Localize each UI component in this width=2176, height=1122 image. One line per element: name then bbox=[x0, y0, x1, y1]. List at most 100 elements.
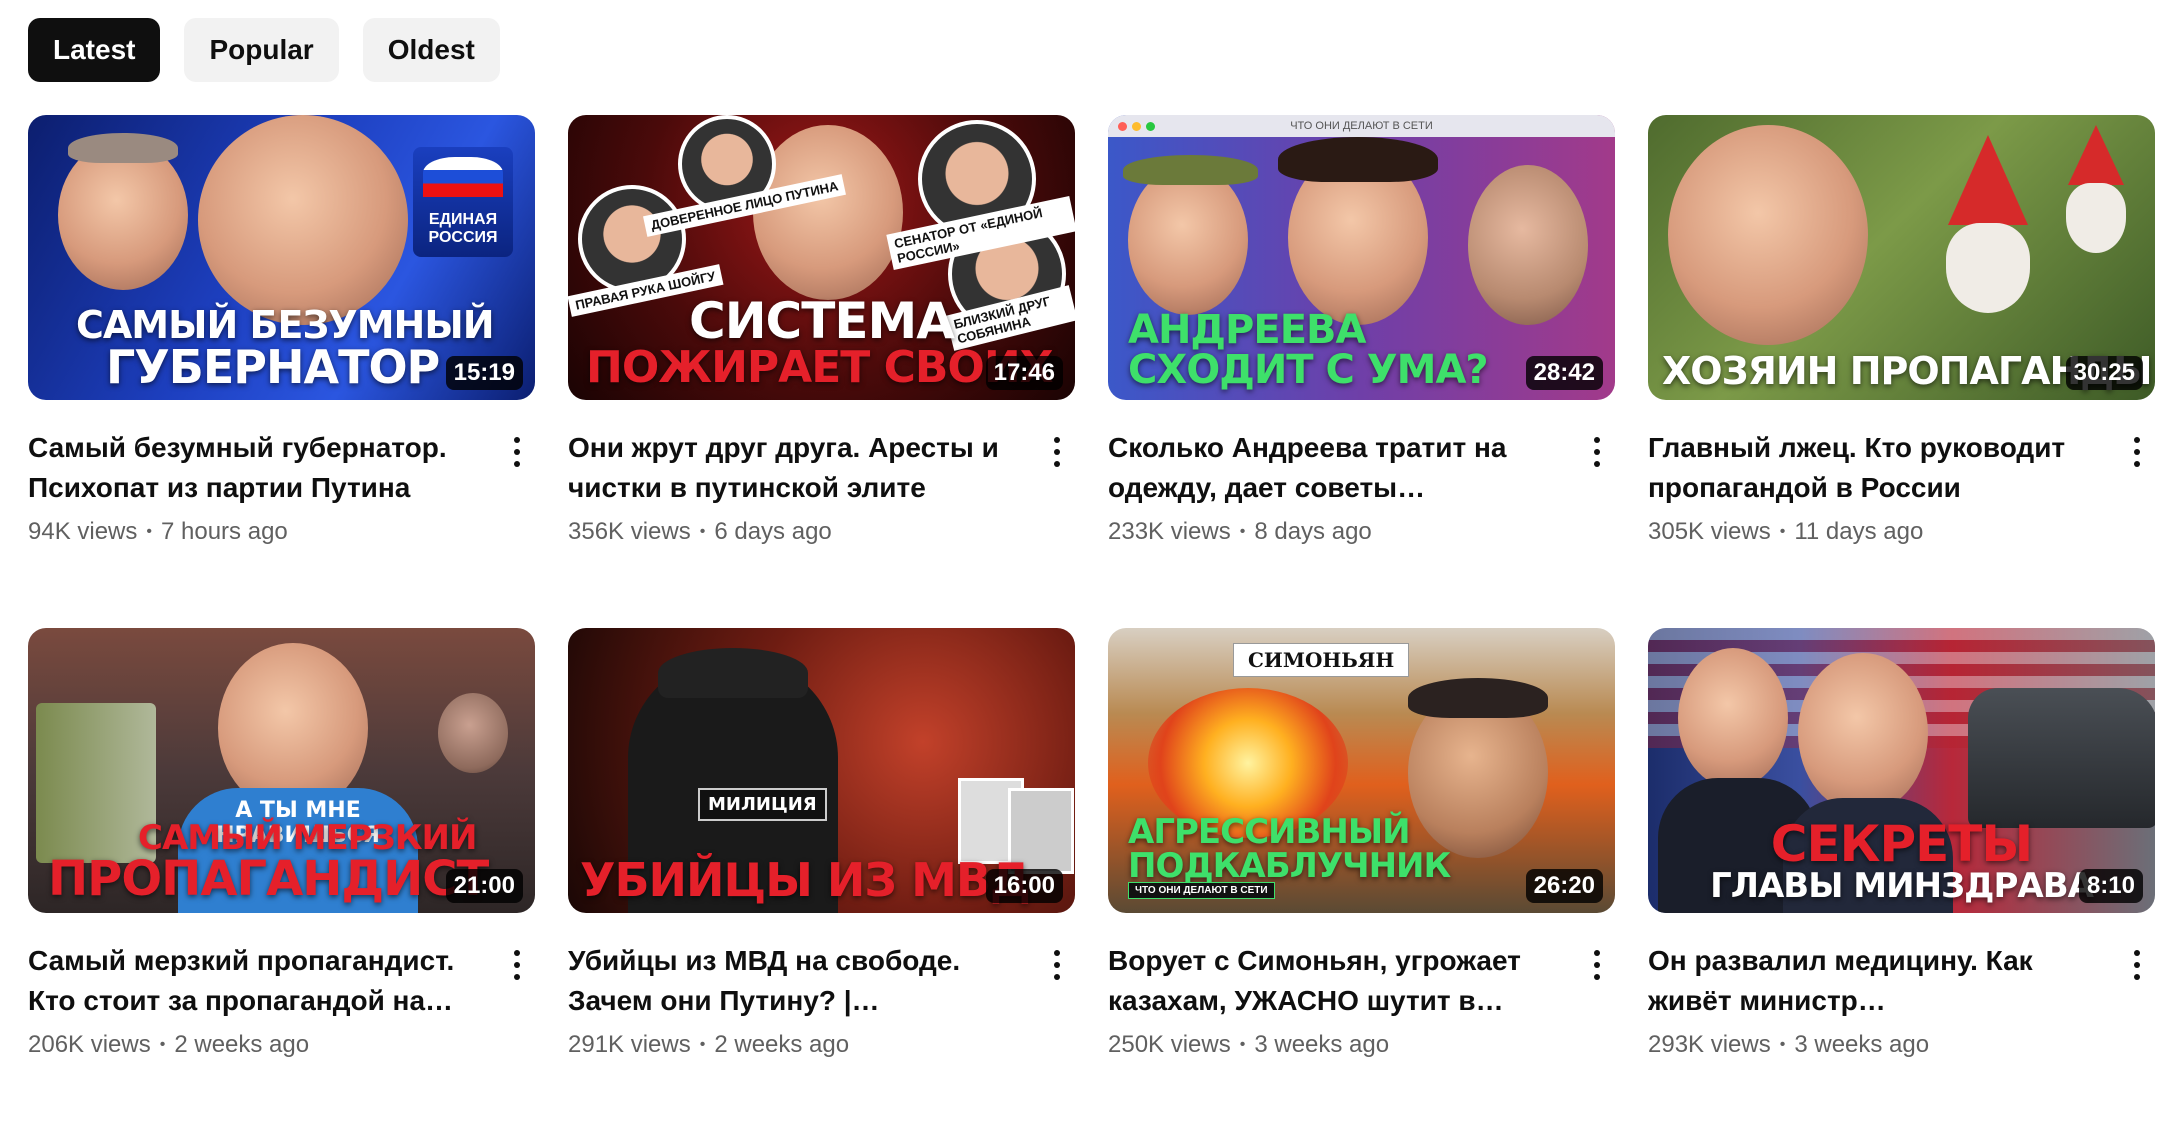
thumb-headline-line1: АГРЕССИВНЫЙ bbox=[1128, 812, 1411, 852]
video-meta: Самый мерзкий пропагандист. Кто стоит за… bbox=[28, 941, 488, 1059]
thumb-face bbox=[1668, 125, 1868, 345]
video-info: Ворует с Симоньян, угрожает казахам, УЖА… bbox=[1108, 941, 1615, 1059]
video-meta: Сколько Андреева тратит на одежду, дает … bbox=[1108, 428, 1568, 546]
duration-badge: 30:25 bbox=[2065, 356, 2143, 390]
video-card: СЕКРЕТЫ ГЛАВЫ МИНЗДРАВА 8:10 Он развалил… bbox=[1648, 628, 2155, 1059]
gnome-beard bbox=[2066, 183, 2126, 253]
upload-age: 2 weeks ago bbox=[714, 1031, 850, 1058]
upload-age: 2 weeks ago bbox=[174, 1031, 310, 1058]
more-vert-icon[interactable] bbox=[505, 432, 529, 472]
video-meta: Самый безумный губернатор. Психопат из п… bbox=[28, 428, 488, 546]
separator-dot: • bbox=[1779, 523, 1786, 540]
more-vert-icon[interactable] bbox=[505, 945, 529, 985]
duration-badge: 28:42 bbox=[1525, 356, 1603, 390]
video-thumbnail[interactable]: СЕКРЕТЫ ГЛАВЫ МИНЗДРАВА 8:10 bbox=[1648, 628, 2155, 913]
video-title[interactable]: Сколько Андреева тратит на одежду, дает … bbox=[1108, 428, 1568, 508]
video-title[interactable]: Он развалил медицину. Как живёт министр … bbox=[1648, 941, 2108, 1021]
video-meta: Они жрут друг друга. Аресты и чистки в п… bbox=[568, 428, 1028, 546]
thumb-headline-line1: СЕКРЕТЫ bbox=[1770, 815, 2033, 873]
view-count: 233K views bbox=[1108, 518, 1231, 545]
more-vert-icon[interactable] bbox=[2125, 945, 2149, 985]
video-card: ДОВЕРЕННОЕ ЛИЦО ПУТИНА СЕНАТОР ОТ «ЕДИНО… bbox=[568, 115, 1075, 546]
video-grid: ЕДИНАЯ РОССИЯ САМЫЙ БЕЗУМНЫЙ ГУБЕРНАТОР … bbox=[28, 115, 2155, 1059]
separator-dot: • bbox=[159, 1036, 166, 1053]
video-card: ЕДИНАЯ РОССИЯ САМЫЙ БЕЗУМНЫЙ ГУБЕРНАТОР … bbox=[28, 115, 535, 546]
view-count: 293K views bbox=[1648, 1031, 1771, 1058]
thumb-hair bbox=[68, 133, 178, 163]
thumb-cap bbox=[658, 648, 808, 698]
video-thumbnail[interactable]: ХОЗЯИН ПРОПАГАНДЫ 30:25 bbox=[1648, 115, 2155, 400]
thumb-flag bbox=[423, 157, 503, 197]
separator-dot: • bbox=[699, 1036, 706, 1053]
thumb-small-label: ЧТО ОНИ ДЕЛАЮТ В СЕТИ bbox=[1128, 882, 1275, 899]
view-count: 250K views bbox=[1108, 1031, 1231, 1058]
view-count: 291K views bbox=[568, 1031, 691, 1058]
video-title[interactable]: Они жрут друг друга. Аресты и чистки в п… bbox=[568, 428, 1028, 508]
upload-age: 7 hours ago bbox=[161, 518, 288, 545]
video-thumbnail[interactable]: МИЛИЦИЯ УБИЙЦЫ ИЗ МВД 16:00 bbox=[568, 628, 1075, 913]
video-title[interactable]: Убийцы из МВД на свободе. Зачем они Пути… bbox=[568, 941, 1028, 1021]
separator-dot: • bbox=[146, 523, 152, 540]
gnome-hat bbox=[2068, 125, 2124, 185]
upload-age: 6 days ago bbox=[714, 518, 832, 545]
video-info: Сколько Андреева тратит на одежду, дает … bbox=[1108, 428, 1615, 546]
separator-dot: • bbox=[1239, 523, 1246, 540]
more-vert-icon[interactable] bbox=[1585, 432, 1609, 472]
video-card: ЧТО ОНИ ДЕЛАЮТ В СЕТИ АНДРЕЕВА СХОДИТ С … bbox=[1108, 115, 1615, 546]
thumb-patch: МИЛИЦИЯ bbox=[698, 788, 827, 821]
thumb-car bbox=[1968, 688, 2155, 828]
video-info: Убийцы из МВД на свободе. Зачем они Пути… bbox=[568, 941, 1075, 1059]
upload-age: 3 weeks ago bbox=[1254, 1031, 1390, 1058]
view-count: 356K views bbox=[568, 518, 691, 545]
duration-badge: 8:10 bbox=[2078, 869, 2143, 903]
video-thumbnail[interactable]: ДОВЕРЕННОЕ ЛИЦО ПУТИНА СЕНАТОР ОТ «ЕДИНО… bbox=[568, 115, 1075, 400]
chip-popular[interactable]: Popular bbox=[184, 18, 339, 82]
duration-badge: 15:19 bbox=[445, 356, 523, 390]
thumb-face bbox=[753, 125, 903, 300]
thumb-patch-text: МИЛИЦИЯ bbox=[708, 794, 817, 815]
video-stats: 206K views • 2 weeks ago bbox=[28, 1031, 488, 1059]
video-thumbnail[interactable]: СИМОНЬЯН АГРЕССИВНЫЙ ПОДКАБЛУЧНИК ЧТО ОН… bbox=[1108, 628, 1615, 913]
view-count: 305K views bbox=[1648, 518, 1771, 545]
view-count: 94K views bbox=[28, 518, 138, 545]
video-card: СИМОНЬЯН АГРЕССИВНЫЙ ПОДКАБЛУЧНИК ЧТО ОН… bbox=[1108, 628, 1615, 1059]
video-thumbnail[interactable]: А ТЫ МНЕ НРАВИШЬСЯ САМЫЙ МЕРЗКИЙ ПРОПАГА… bbox=[28, 628, 535, 913]
thumb-face bbox=[1678, 648, 1788, 788]
thumb-hair bbox=[1278, 137, 1438, 182]
thumb-face bbox=[1128, 165, 1248, 315]
more-vert-icon[interactable] bbox=[1045, 945, 1069, 985]
video-thumbnail[interactable]: ЕДИНАЯ РОССИЯ САМЫЙ БЕЗУМНЫЙ ГУБЕРНАТОР … bbox=[28, 115, 535, 400]
thumb-hair bbox=[1408, 678, 1548, 718]
separator-dot: • bbox=[699, 523, 706, 540]
thumb-face bbox=[198, 115, 408, 325]
duration-badge: 16:00 bbox=[985, 869, 1063, 903]
video-stats: 233K views • 8 days ago bbox=[1108, 518, 1568, 546]
more-vert-icon[interactable] bbox=[2125, 432, 2149, 472]
video-stats: 293K views • 3 weeks ago bbox=[1648, 1031, 2108, 1059]
upload-age: 8 days ago bbox=[1254, 518, 1372, 545]
video-title[interactable]: Самый безумный губернатор. Психопат из п… bbox=[28, 428, 488, 508]
gnome-hat bbox=[1948, 135, 2028, 225]
thumb-nameplate-text: СИМОНЬЯН bbox=[1248, 648, 1395, 672]
video-title[interactable]: Главный лжец. Кто руководит пропагандой … bbox=[1648, 428, 2108, 508]
video-stats: 305K views • 11 days ago bbox=[1648, 518, 2108, 546]
chip-oldest[interactable]: Oldest bbox=[362, 18, 500, 82]
video-title[interactable]: Ворует с Симоньян, угрожает казахам, УЖА… bbox=[1108, 941, 1568, 1021]
duration-badge: 21:00 bbox=[445, 869, 523, 903]
separator-dot: • bbox=[1239, 1036, 1246, 1053]
video-info: Они жрут друг друга. Аресты и чистки в п… bbox=[568, 428, 1075, 546]
video-thumbnail[interactable]: ЧТО ОНИ ДЕЛАЮТ В СЕТИ АНДРЕЕВА СХОДИТ С … bbox=[1108, 115, 1615, 400]
chip-latest[interactable]: Latest bbox=[28, 18, 161, 82]
thumb-face bbox=[438, 693, 508, 773]
video-stats: 94K views • 7 hours ago bbox=[28, 518, 488, 546]
duration-badge: 17:46 bbox=[985, 356, 1063, 390]
window-lights bbox=[1118, 122, 1155, 131]
more-vert-icon[interactable] bbox=[1585, 945, 1609, 985]
thumb-headline-line1: АНДРЕЕВА bbox=[1128, 307, 1366, 353]
thumb-face bbox=[1468, 165, 1588, 325]
video-title[interactable]: Самый мерзкий пропагандист. Кто стоит за… bbox=[28, 941, 488, 1021]
more-vert-icon[interactable] bbox=[1045, 432, 1069, 472]
filter-chips: Latest Popular Oldest bbox=[28, 18, 500, 82]
video-stats: 356K views • 6 days ago bbox=[568, 518, 1028, 546]
gnome-beard bbox=[1946, 223, 2030, 313]
